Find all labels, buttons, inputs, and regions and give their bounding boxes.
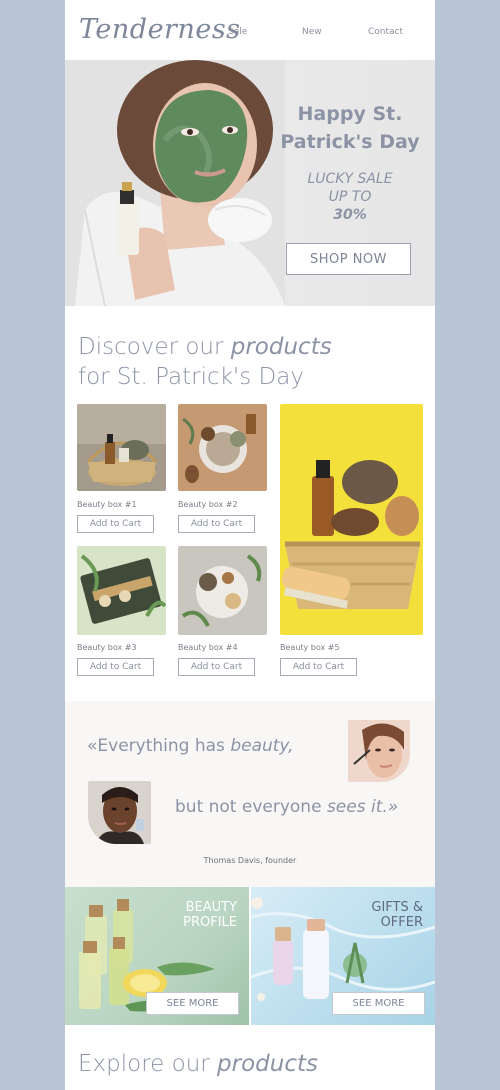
product-label: Beauty box #3 bbox=[77, 643, 137, 652]
quote-section: «Everything has beauty, but not everyone… bbox=[65, 701, 435, 887]
discover-title-plain: Discover our bbox=[78, 334, 224, 360]
hero-banner: Happy St. Patrick's Day LUCKY SALE UP TO… bbox=[65, 60, 435, 306]
product-label: Beauty box #4 bbox=[178, 643, 238, 652]
hero-subtitle: LUCKY SALE UP TO 30% bbox=[265, 170, 435, 224]
add-to-cart-button[interactable]: Add to Cart bbox=[178, 515, 255, 533]
discover-title: Discover our products for St. Patrick's … bbox=[78, 332, 332, 392]
header: Tenderness Sale New Contact bbox=[65, 0, 435, 60]
quote-line-2: but not everyone sees it.» bbox=[175, 797, 398, 817]
quote-line-1-italic: beauty, bbox=[230, 736, 294, 756]
hero-sub-line2: UP TO bbox=[328, 189, 372, 205]
hero-title-line2: Patrick's Day bbox=[280, 131, 420, 153]
see-more-button[interactable]: SEE MORE bbox=[146, 992, 239, 1015]
quote-author: Thomas Davis, founder bbox=[203, 856, 297, 865]
beauty-profile-banner[interactable]: BEAUTY PROFILE SEE MORE bbox=[65, 887, 249, 1025]
product-image-beauty-box-2[interactable] bbox=[178, 404, 267, 491]
nav-link-new[interactable]: New bbox=[302, 27, 322, 37]
quote-line-1: «Everything has beauty, bbox=[87, 736, 294, 756]
quote-line-2-italic: sees it.» bbox=[326, 797, 399, 817]
hero-title-line1: Happy St. bbox=[297, 103, 403, 125]
add-to-cart-button[interactable]: Add to Cart bbox=[178, 658, 255, 676]
nav-link-contact[interactable]: Contact bbox=[368, 27, 403, 37]
hero-woman-face-mask-image bbox=[65, 60, 285, 306]
hero-sub-line3: 30% bbox=[333, 207, 367, 223]
discover-title-italic: products bbox=[230, 334, 332, 360]
quote-line-1-plain: «Everything has bbox=[87, 736, 225, 756]
product-label: Beauty box #5 bbox=[280, 643, 340, 652]
add-to-cart-button[interactable]: Add to Cart bbox=[77, 515, 154, 533]
beauty-profile-title: BEAUTY PROFILE bbox=[183, 900, 237, 930]
quote-man-portrait-image bbox=[88, 781, 151, 844]
gifts-offer-title-line2: OFFER bbox=[380, 915, 423, 930]
brand-logo[interactable]: Tenderness bbox=[79, 14, 241, 45]
email-container: Tenderness Sale New Contact Happy St. Pa… bbox=[65, 0, 435, 1090]
beauty-profile-title-line2: PROFILE bbox=[183, 915, 237, 930]
explore-title-italic: products bbox=[217, 1051, 318, 1077]
hero-sub-line1: LUCKY SALE bbox=[307, 171, 393, 187]
product-label: Beauty box #2 bbox=[178, 500, 238, 509]
discover-title-line2: for St. Patrick's Day bbox=[78, 364, 304, 390]
product-image-beauty-box-3[interactable] bbox=[77, 546, 166, 635]
product-label: Beauty box #1 bbox=[77, 500, 137, 509]
product-image-beauty-box-5[interactable] bbox=[280, 404, 423, 635]
gifts-offer-banner[interactable]: GIFTS & OFFER SEE MORE bbox=[251, 887, 435, 1025]
add-to-cart-button[interactable]: Add to Cart bbox=[77, 658, 154, 676]
beauty-profile-title-line1: BEAUTY bbox=[185, 900, 237, 915]
shop-now-button[interactable]: SHOP NOW bbox=[286, 243, 411, 275]
add-to-cart-button[interactable]: Add to Cart bbox=[280, 658, 357, 676]
gifts-offer-title: GIFTS & OFFER bbox=[371, 900, 423, 930]
gifts-offer-title-line1: GIFTS & bbox=[371, 900, 423, 915]
explore-title-plain: Explore our bbox=[78, 1051, 210, 1077]
see-more-button[interactable]: SEE MORE bbox=[332, 992, 425, 1015]
nav-link-sale[interactable]: Sale bbox=[228, 27, 247, 37]
product-image-beauty-box-1[interactable] bbox=[77, 404, 166, 491]
product-image-beauty-box-4[interactable] bbox=[178, 546, 267, 635]
quote-woman-portrait-image bbox=[348, 720, 410, 782]
explore-title: Explore our products bbox=[78, 1049, 318, 1079]
hero-title: Happy St. Patrick's Day bbox=[265, 100, 435, 156]
quote-line-2-plain: but not everyone bbox=[175, 797, 322, 817]
